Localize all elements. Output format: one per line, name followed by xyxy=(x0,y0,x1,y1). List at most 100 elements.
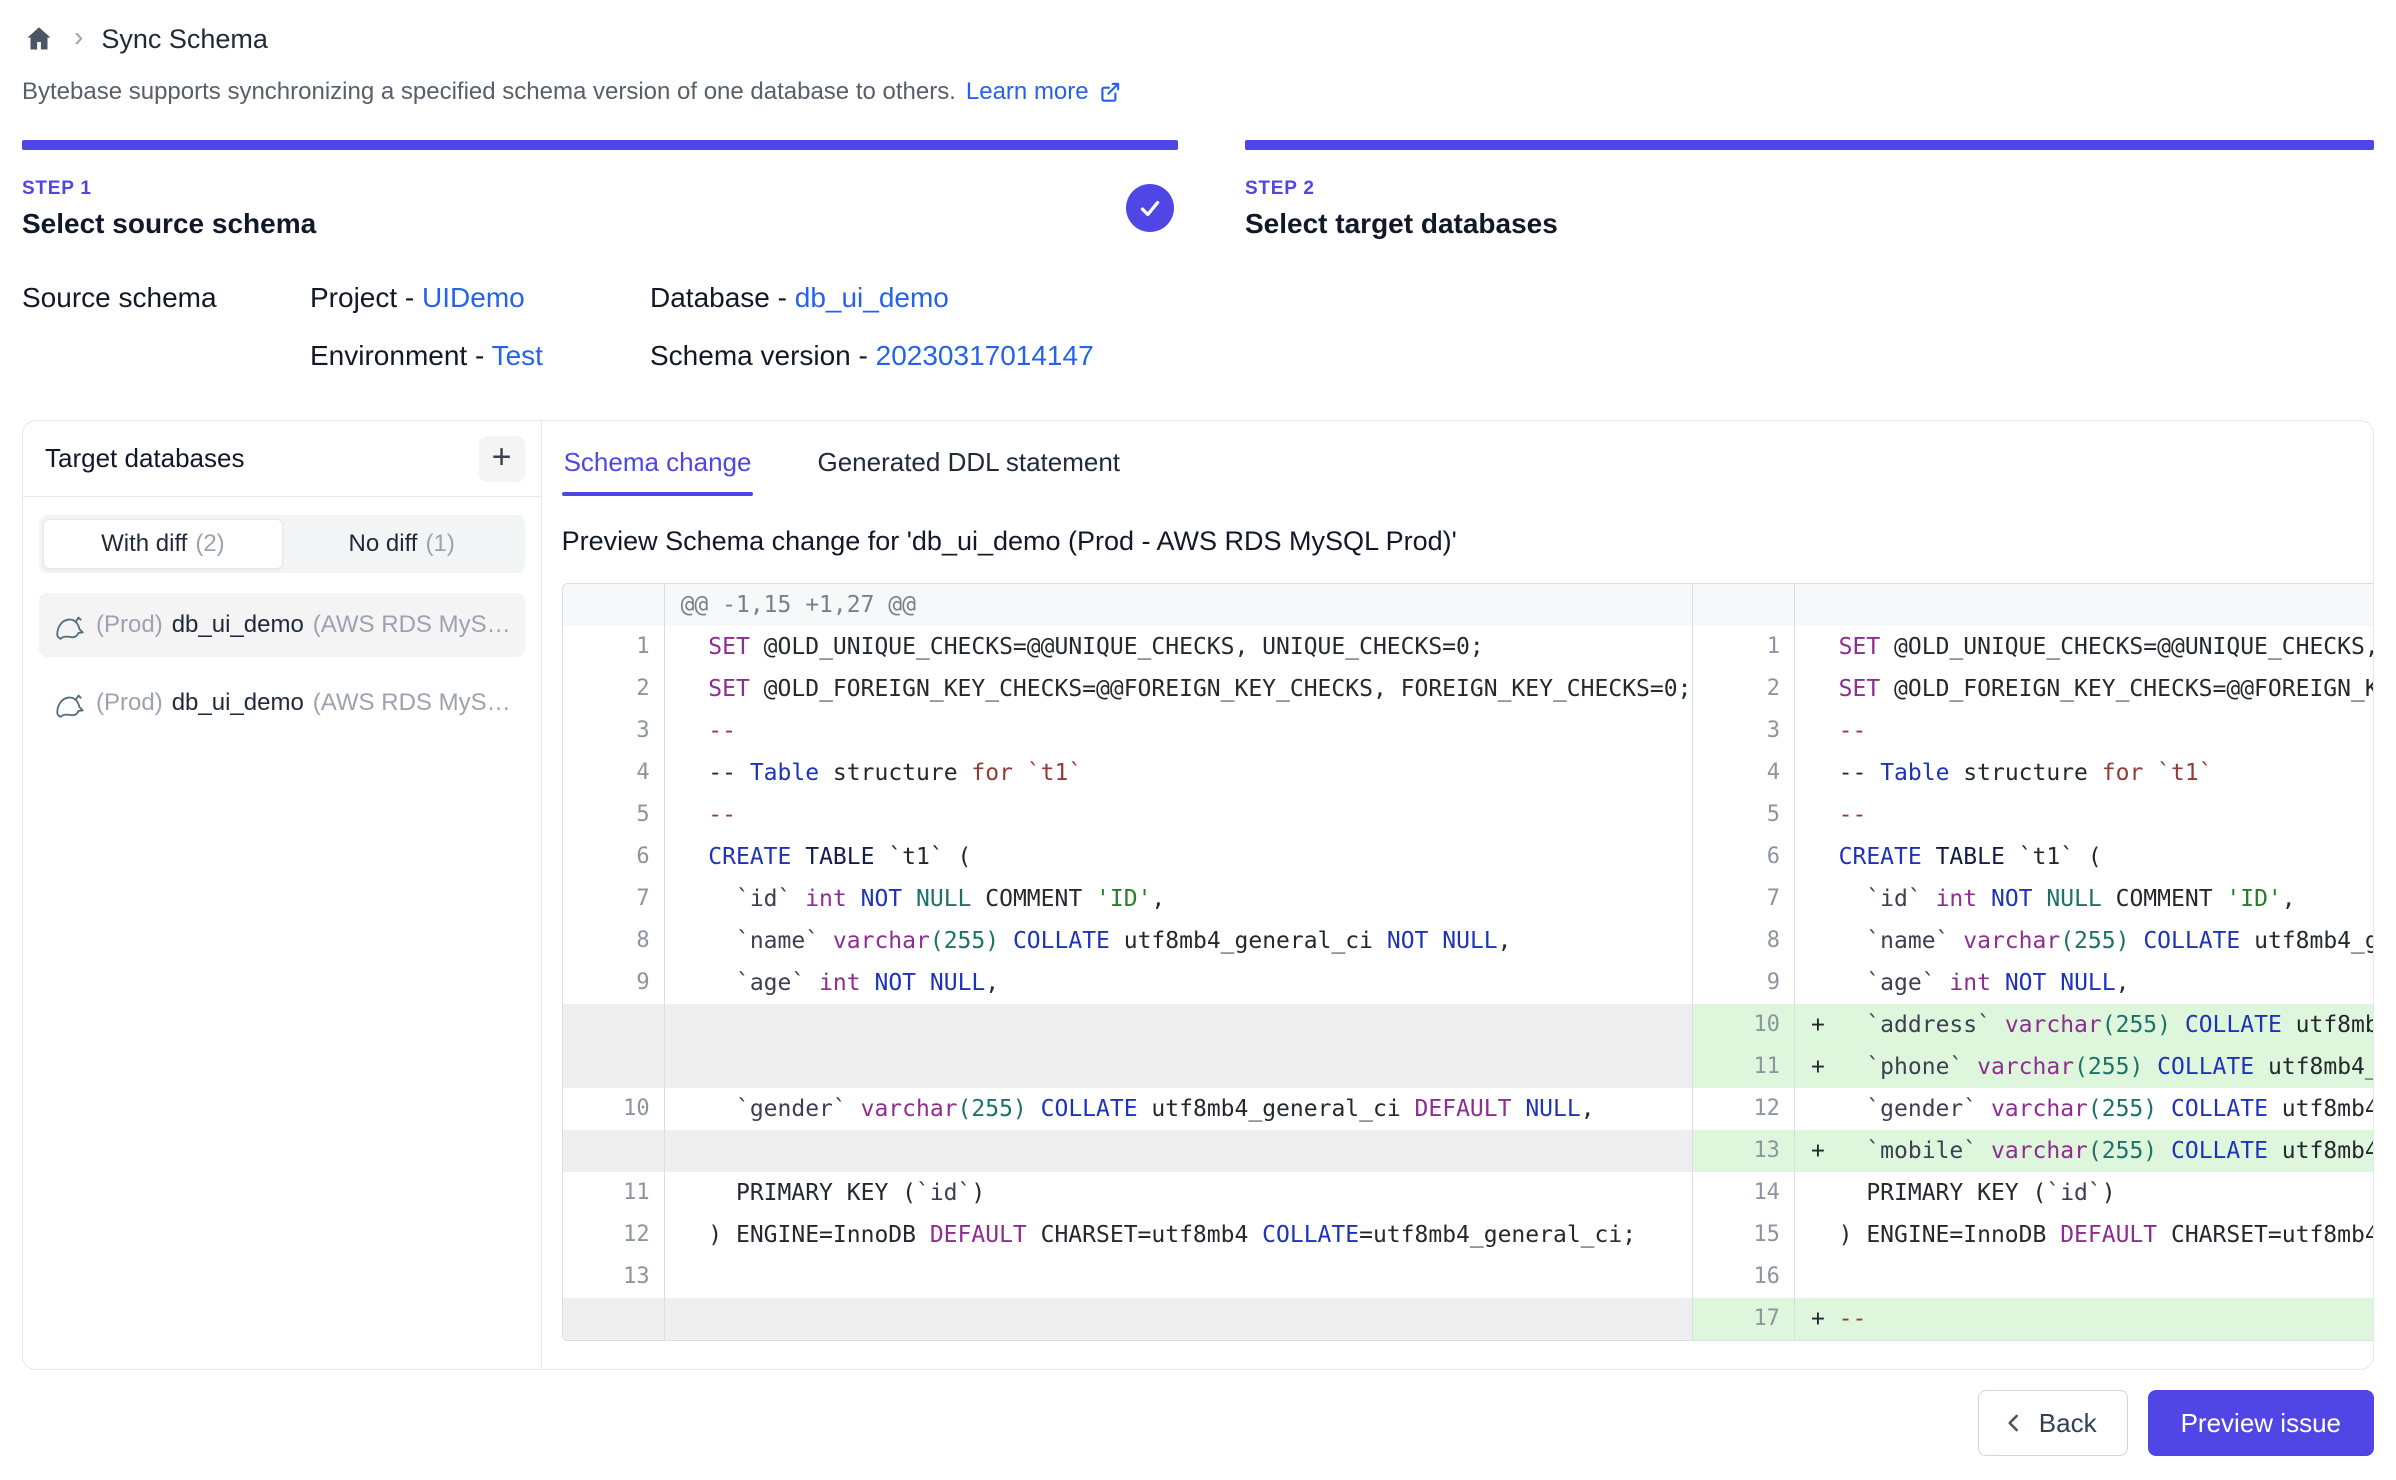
step-2: STEP 2 Select target databases xyxy=(1245,140,2374,240)
code-line: + -- xyxy=(1795,1298,2374,1340)
tab-with-diff[interactable]: With diff(2) xyxy=(43,519,283,569)
learn-more-link[interactable]: Learn more xyxy=(966,78,1123,106)
sync-main-card: Target databases + With diff(2) No diff(… xyxy=(22,420,2374,1370)
page-title: Sync Schema xyxy=(101,24,268,55)
code-line: CREATE TABLE `t1` ( xyxy=(1795,836,2374,878)
source-project: Project - UIDemo xyxy=(310,282,650,314)
line-number xyxy=(563,1004,665,1046)
code-line: SET @OLD_UNIQUE_CHECKS=@@UNIQUE_CHECKS, … xyxy=(1795,626,2374,668)
line-number xyxy=(563,1130,665,1172)
diff-row: 4 -- Table structure for `t1` xyxy=(563,752,1692,794)
line-number: 8 xyxy=(1693,920,1795,962)
code-line: -- xyxy=(665,710,1692,752)
mysql-icon xyxy=(53,608,87,642)
mysql-icon xyxy=(53,686,87,720)
database-link[interactable]: db_ui_demo xyxy=(795,282,949,313)
step-1-progress-bar xyxy=(22,140,1178,150)
chevron-left-icon xyxy=(2001,1410,2027,1436)
line-number: 2 xyxy=(1693,668,1795,710)
code-line: PRIMARY KEY (`id`) xyxy=(665,1172,1692,1214)
code-line: -- xyxy=(1795,710,2374,752)
diff-row: 9 `age` int NOT NULL, xyxy=(1693,962,2374,1004)
sync-schema-page: › Sync Schema Bytebase supports synchron… xyxy=(0,0,2396,1470)
target-database-list: (Prod) db_ui_demo (AWS RDS MyS… (Prod) d… xyxy=(39,593,525,735)
diff-row: 6 CREATE TABLE `t1` ( xyxy=(563,836,1692,878)
code-line xyxy=(665,1256,1692,1298)
line-number: 7 xyxy=(1693,878,1795,920)
code-line: ) ENGINE=InnoDB DEFAULT CHARSET=utf8mb4 … xyxy=(665,1214,1692,1256)
line-number: 14 xyxy=(1693,1172,1795,1214)
breadcrumb-separator-icon: › xyxy=(74,23,83,51)
diff-row-added: 13+ `mobile` varchar(255) COLLATE utf8mb… xyxy=(1693,1130,2374,1172)
diff-filter-tabs: With diff(2) No diff(1) xyxy=(39,515,525,573)
diff-hunk-header xyxy=(1693,584,2374,626)
line-number: 1 xyxy=(563,626,665,668)
diff-row: 6 CREATE TABLE `t1` ( xyxy=(1693,836,2374,878)
step-complete-badge xyxy=(1126,184,1174,232)
target-databases-body: With diff(2) No diff(1) (Prod) db_ui_dem… xyxy=(23,497,541,753)
step-1-title: Select source schema xyxy=(22,208,1178,240)
home-icon[interactable] xyxy=(22,22,56,56)
preview-issue-button[interactable]: Preview issue xyxy=(2148,1390,2374,1456)
diff-row: 9 `age` int NOT NULL, xyxy=(563,962,1692,1004)
code-line: -- xyxy=(1795,794,2374,836)
code-line xyxy=(665,1298,1692,1340)
step-2-title: Select target databases xyxy=(1245,208,2374,240)
diff-row: 11 PRIMARY KEY (`id`) xyxy=(563,1172,1692,1214)
line-number: 13 xyxy=(563,1256,665,1298)
diff-row: 8 `name` varchar(255) COLLATE utf8mb4_ge… xyxy=(563,920,1692,962)
code-line: `id` int NOT NULL COMMENT 'ID', xyxy=(665,878,1692,920)
code-line: `age` int NOT NULL, xyxy=(1795,962,2374,1004)
project-link[interactable]: UIDemo xyxy=(422,282,525,313)
diff-row: 12 `gender` varchar(255) COLLATE utf8mb4… xyxy=(1693,1088,2374,1130)
step-1-label: STEP 1 xyxy=(22,178,1178,200)
diff-row-filler xyxy=(563,1130,1692,1172)
tab-no-diff[interactable]: No diff(1) xyxy=(283,519,521,569)
target-databases-title: Target databases xyxy=(45,443,244,474)
diff-row-added: 11+ `phone` varchar(255) COLLATE utf8mb4… xyxy=(1693,1046,2374,1088)
code-line xyxy=(665,1004,1692,1046)
code-line: SET @OLD_UNIQUE_CHECKS=@@UNIQUE_CHECKS, … xyxy=(665,626,1692,668)
source-version: Schema version - 20230317014147 xyxy=(650,340,2374,372)
environment-link[interactable]: Test xyxy=(492,340,543,371)
line-number: 6 xyxy=(1693,836,1795,878)
database-list-item[interactable]: (Prod) db_ui_demo (AWS RDS MyS… xyxy=(39,671,525,735)
page-description: Bytebase supports synchronizing a specif… xyxy=(22,78,2374,106)
code-line: + `address` varchar(255) COLLATE utf8mb4… xyxy=(1795,1004,2374,1046)
line-number: 6 xyxy=(563,836,665,878)
diff-row: 10 `gender` varchar(255) COLLATE utf8mb4… xyxy=(563,1088,1692,1130)
diff-pane-target: 1 SET @OLD_UNIQUE_CHECKS=@@UNIQUE_CHECKS… xyxy=(1692,584,2374,1340)
code-line xyxy=(665,1130,1692,1172)
schema-version-link[interactable]: 20230317014147 xyxy=(876,340,1094,371)
diff-row: 7 `id` int NOT NULL COMMENT 'ID', xyxy=(563,878,1692,920)
preview-tabs: Schema change Generated DDL statement xyxy=(562,437,2374,496)
source-schema-label: Source schema xyxy=(22,282,310,314)
diff-hunk-header: @@ -1,15 +1,27 @@ xyxy=(563,584,1692,626)
diff-row-filler xyxy=(563,1046,1692,1088)
tab-generated-ddl[interactable]: Generated DDL statement xyxy=(815,437,1122,496)
database-list-item[interactable]: (Prod) db_ui_demo (AWS RDS MyS… xyxy=(39,593,525,657)
footer-actions: Back Preview issue xyxy=(22,1390,2374,1470)
add-target-database-button[interactable]: + xyxy=(479,436,525,482)
code-line: `gender` varchar(255) COLLATE utf8mb4_ge… xyxy=(665,1088,1692,1130)
no-diff-count: (1) xyxy=(425,530,454,558)
code-line: `age` int NOT NULL, xyxy=(665,962,1692,1004)
line-number: 7 xyxy=(563,878,665,920)
breadcrumb: › Sync Schema xyxy=(22,16,2374,62)
tab-schema-change[interactable]: Schema change xyxy=(562,437,754,496)
diff-row: 8 `name` varchar(255) COLLATE utf8mb4_ge… xyxy=(1693,920,2374,962)
back-button[interactable]: Back xyxy=(1978,1390,2128,1456)
code-line: PRIMARY KEY (`id`) xyxy=(1795,1172,2374,1214)
stepper: STEP 1 Select source schema STEP 2 Selec… xyxy=(22,140,2374,240)
step-2-label: STEP 2 xyxy=(1245,178,2374,200)
line-number: 8 xyxy=(563,920,665,962)
line-number: 9 xyxy=(563,962,665,1004)
diff-row: 13 xyxy=(563,1256,1692,1298)
target-databases-header: Target databases + xyxy=(23,421,541,497)
line-number: 11 xyxy=(1693,1046,1795,1088)
diff-row-filler xyxy=(563,1004,1692,1046)
source-schema-summary: Source schema Project - UIDemo Database … xyxy=(22,282,2374,372)
spacer-cell xyxy=(22,340,310,372)
code-line: SET @OLD_FOREIGN_KEY_CHECKS=@@FOREIGN_KE… xyxy=(665,668,1692,710)
line-number: 3 xyxy=(563,710,665,752)
